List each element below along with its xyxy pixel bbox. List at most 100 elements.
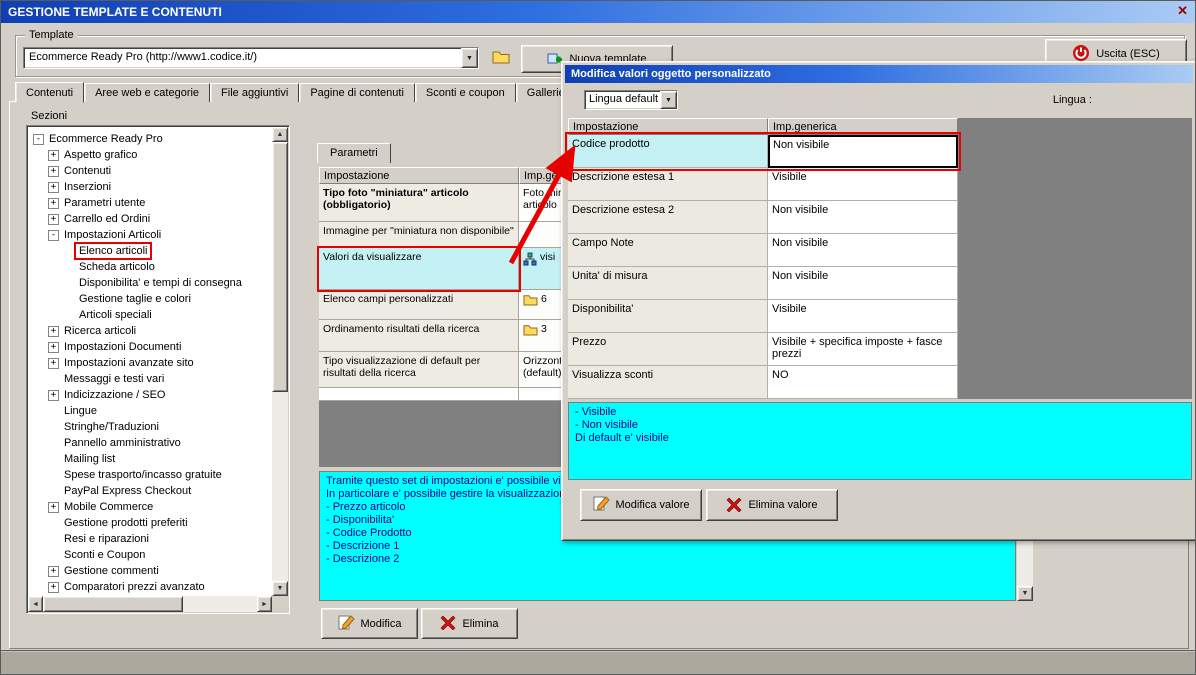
language-select[interactable]: Lingua default ▼ — [584, 90, 678, 110]
tree-item-label[interactable]: Mobile Commerce — [62, 501, 155, 513]
expand-icon[interactable]: + — [48, 149, 59, 161]
tree-item[interactable]: + Impostazioni Documenti — [31, 339, 271, 355]
tree-item-label[interactable]: Spese trasporto/incasso gratuite — [62, 469, 224, 481]
tree-item-label[interactable]: Mailing list — [62, 453, 117, 465]
tree-item[interactable]: Gestione taglie e colori — [31, 291, 271, 307]
delete-button[interactable]: Elimina — [421, 608, 518, 639]
tree-item[interactable]: + Comparatori prezzi avanzato — [31, 579, 271, 595]
tree-hscroll-thumb[interactable] — [43, 596, 183, 612]
tree-item-label[interactable]: Parametri utente — [62, 197, 147, 209]
tree-item[interactable]: Stringhe/Traduzioni — [31, 419, 271, 435]
tab-parametri[interactable]: Parametri — [317, 143, 391, 163]
expand-icon[interactable]: + — [48, 341, 59, 353]
tree-item[interactable]: + Indicizzazione / SEO — [31, 387, 271, 403]
tree-item[interactable]: PayPal Express Checkout — [31, 483, 271, 499]
collapse-icon[interactable]: - — [48, 229, 59, 241]
tab-contenuti[interactable]: Contenuti — [15, 82, 85, 103]
delete-value-button[interactable]: Elimina valore — [706, 489, 838, 521]
tree-item[interactable]: Articoli speciali — [31, 307, 271, 323]
expand-icon[interactable]: + — [48, 181, 59, 193]
open-template-button[interactable] — [487, 46, 515, 70]
tree-horizontal-scrollbar[interactable]: ◄ ► — [28, 596, 272, 612]
tree-item[interactable]: Sconti e Coupon — [31, 547, 271, 563]
close-icon[interactable]: ✕ — [1177, 3, 1188, 19]
tab-sconti-e-coupon[interactable]: Sconti e coupon — [414, 83, 516, 102]
tree-vertical-scrollbar[interactable]: ▲ ▼ — [272, 127, 288, 596]
tree-item[interactable]: + Gestione commenti — [31, 563, 271, 579]
dialog-row[interactable]: Descrizione estesa 1 Visibile — [568, 168, 958, 201]
expand-icon[interactable]: + — [48, 213, 59, 225]
tree-vscroll-thumb[interactable] — [272, 142, 288, 392]
tree-item-label[interactable]: Contenuti — [62, 165, 113, 177]
tab-file-aggiuntivi[interactable]: File aggiuntivi — [210, 83, 300, 102]
modify-button[interactable]: Modifica — [321, 608, 418, 639]
tree-item-label[interactable]: Indicizzazione / SEO — [62, 389, 168, 401]
dialog-titlebar[interactable]: Modifica valori oggetto personalizzato — [565, 65, 1193, 83]
tree-item-label[interactable]: Gestione commenti — [62, 565, 161, 577]
tree-item-label[interactable]: Impostazioni Articoli — [62, 229, 163, 241]
dialog-row[interactable]: Campo Note Non visibile — [568, 234, 958, 267]
tree-item-label[interactable]: Aspetto grafico — [62, 149, 139, 161]
tree-item[interactable]: + Impostazioni avanzate sito — [31, 355, 271, 371]
scroll-up-icon[interactable]: ▲ — [272, 127, 288, 142]
modify-value-button[interactable]: Modifica valore — [580, 489, 702, 521]
tree-item-label[interactable]: Disponibilita' e tempi di consegna — [77, 277, 244, 289]
tree-vscroll-track[interactable] — [272, 142, 288, 581]
tree-item-label[interactable]: Pannello amministrativo — [62, 437, 183, 449]
dialog-row[interactable]: Unita' di misura Non visibile — [568, 267, 958, 300]
tree-hscroll-track[interactable] — [43, 596, 257, 612]
scroll-right-icon[interactable]: ► — [257, 596, 272, 612]
expand-icon[interactable]: + — [48, 165, 59, 177]
tree-item[interactable]: + Carrello ed Ordini — [31, 211, 271, 227]
tree-item-label[interactable]: Stringhe/Traduzioni — [62, 421, 161, 433]
tree-item-label[interactable]: Resi e riparazioni — [62, 533, 151, 545]
tree-item[interactable]: + Contenuti — [31, 163, 271, 179]
tree-item[interactable]: + Mobile Commerce — [31, 499, 271, 515]
tree-item-label[interactable]: Gestione taglie e colori — [77, 293, 193, 305]
tree-item-label[interactable]: Inserzioni — [62, 181, 113, 193]
tab-pagine-di-contenuti[interactable]: Pagine di contenuti — [299, 83, 415, 102]
tree-item[interactable]: - Ecommerce Ready Pro — [31, 131, 271, 147]
tree-item[interactable]: Pannello amministrativo — [31, 435, 271, 451]
tree-item[interactable]: Mailing list — [31, 451, 271, 467]
tree-item[interactable]: Gestione prodotti preferiti — [31, 515, 271, 531]
dialog-row[interactable]: Codice prodotto Non visibile — [565, 132, 961, 171]
tree-item[interactable]: Elenco articoli — [31, 242, 271, 260]
tree-item[interactable]: + Parametri utente — [31, 195, 271, 211]
tree-item-label[interactable]: Messaggi e testi vari — [62, 373, 166, 385]
dialog-row[interactable]: Visualizza sconti NO — [568, 366, 958, 399]
tree-item-label[interactable]: Articoli speciali — [77, 309, 154, 321]
template-select[interactable]: Ecommerce Ready Pro (http://www1.codice.… — [23, 47, 479, 69]
window-titlebar[interactable]: GESTIONE TEMPLATE E CONTENUTI ✕ — [1, 1, 1195, 23]
tree-item[interactable]: + Inserzioni — [31, 179, 271, 195]
tree-item-label[interactable]: Carrello ed Ordini — [62, 213, 152, 225]
expand-icon[interactable]: + — [48, 389, 59, 401]
tree-item[interactable]: + Aspetto grafico — [31, 147, 271, 163]
expand-icon[interactable]: + — [48, 197, 59, 209]
chevron-down-icon[interactable]: ▼ — [461, 48, 478, 68]
tree-item-label[interactable]: Impostazioni avanzate sito — [62, 357, 196, 369]
tree-item-label[interactable]: Impostazioni Documenti — [62, 341, 183, 353]
tree-item[interactable]: Disponibilita' e tempi di consegna — [31, 275, 271, 291]
dialog-row[interactable]: Descrizione estesa 2 Non visibile — [568, 201, 958, 234]
chevron-down-icon[interactable]: ▼ — [660, 91, 677, 109]
tree-item-label[interactable]: Ecommerce Ready Pro — [47, 133, 165, 145]
tree-item[interactable]: Messaggi e testi vari — [31, 371, 271, 387]
expand-icon[interactable]: + — [48, 565, 59, 577]
tab-aree-web-e-categorie[interactable]: Aree web e categorie — [84, 83, 211, 102]
tree-item[interactable]: Resi e riparazioni — [31, 531, 271, 547]
tree-item[interactable]: + Ricerca articoli — [31, 323, 271, 339]
dialog-row[interactable]: Disponibilita' Visibile — [568, 300, 958, 333]
tree-item-label[interactable]: PayPal Express Checkout — [62, 485, 193, 497]
dialog-row[interactable]: Prezzo Visibile + specifica imposte + fas… — [568, 333, 958, 366]
scroll-down-icon[interactable]: ▼ — [1017, 586, 1033, 601]
tree-item-label[interactable]: Elenco articoli — [73, 242, 153, 260]
expand-icon[interactable]: + — [48, 325, 59, 337]
expand-icon[interactable]: + — [48, 357, 59, 369]
tree-item[interactable]: Scheda articolo — [31, 259, 271, 275]
tree-item-label[interactable]: Sconti e Coupon — [62, 549, 147, 561]
tree-item[interactable]: Lingue — [31, 403, 271, 419]
collapse-icon[interactable]: - — [33, 133, 44, 145]
expand-icon[interactable]: + — [48, 581, 59, 593]
tree-item-label[interactable]: Ricerca articoli — [62, 325, 138, 337]
